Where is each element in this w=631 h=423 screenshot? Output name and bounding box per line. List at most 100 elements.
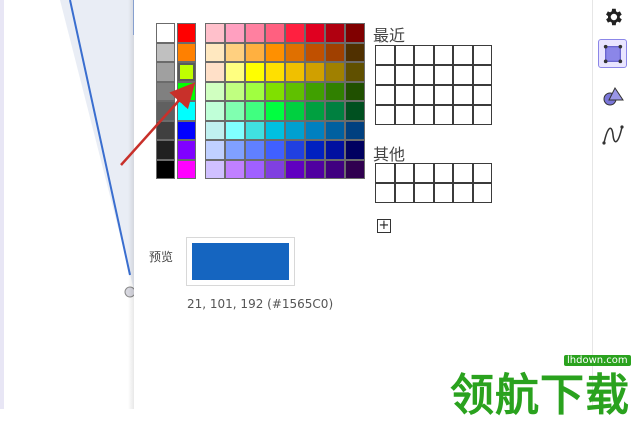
palette-color-swatch[interactable]	[305, 101, 325, 121]
recent-color-slot[interactable]	[433, 105, 453, 125]
recent-color-slot[interactable]	[472, 85, 492, 105]
other-color-slot[interactable]	[394, 183, 414, 203]
palette-color-swatch[interactable]	[205, 42, 225, 62]
recent-color-slot[interactable]	[472, 65, 492, 85]
palette-color-swatch[interactable]	[225, 42, 245, 62]
palette-color-swatch[interactable]	[205, 120, 225, 140]
palette-color-swatch[interactable]	[245, 120, 265, 140]
other-color-slot[interactable]	[414, 163, 434, 183]
recent-color-slot[interactable]	[394, 85, 414, 105]
palette-color-swatch[interactable]	[325, 140, 345, 160]
palette-color-swatch[interactable]	[305, 42, 325, 62]
shapes-tool-button[interactable]	[598, 82, 627, 111]
palette-color-swatch[interactable]	[205, 101, 225, 121]
polygon-tool-button[interactable]	[598, 39, 627, 68]
recent-color-slot[interactable]	[394, 45, 414, 65]
palette-color-swatch[interactable]	[205, 81, 225, 101]
basic-color-swatch[interactable]	[177, 62, 196, 82]
basic-color-swatch[interactable]	[177, 23, 196, 43]
palette-color-swatch[interactable]	[325, 120, 345, 140]
basic-color-swatch[interactable]	[177, 140, 196, 160]
palette-color-swatch[interactable]	[285, 101, 305, 121]
palette-color-swatch[interactable]	[325, 159, 345, 179]
palette-color-swatch[interactable]	[265, 62, 285, 82]
basic-color-swatch[interactable]	[156, 23, 175, 43]
other-color-slot[interactable]	[453, 183, 473, 203]
palette-color-swatch[interactable]	[245, 81, 265, 101]
palette-color-swatch[interactable]	[325, 42, 345, 62]
palette-color-swatch[interactable]	[345, 42, 365, 62]
palette-color-swatch[interactable]	[245, 42, 265, 62]
recent-color-slot[interactable]	[433, 65, 453, 85]
basic-color-swatch[interactable]	[156, 159, 175, 179]
palette-color-swatch[interactable]	[265, 42, 285, 62]
basic-color-swatch[interactable]	[156, 101, 175, 121]
recent-color-slot[interactable]	[433, 45, 453, 65]
recent-color-slot[interactable]	[414, 85, 434, 105]
palette-color-swatch[interactable]	[225, 62, 245, 82]
palette-color-swatch[interactable]	[325, 62, 345, 82]
function-tool-button[interactable]	[598, 120, 627, 149]
settings-button[interactable]	[598, 2, 627, 31]
palette-color-swatch[interactable]	[225, 101, 245, 121]
basic-color-swatch[interactable]	[156, 62, 175, 82]
palette-color-swatch[interactable]	[205, 159, 225, 179]
palette-color-swatch[interactable]	[205, 23, 225, 43]
basic-color-swatch[interactable]	[177, 42, 196, 62]
other-color-slot[interactable]	[433, 163, 453, 183]
palette-color-swatch[interactable]	[245, 159, 265, 179]
palette-color-swatch[interactable]	[285, 81, 305, 101]
recent-color-slot[interactable]	[375, 45, 395, 65]
palette-color-swatch[interactable]	[345, 159, 365, 179]
palette-color-swatch[interactable]	[205, 140, 225, 160]
recent-color-slot[interactable]	[472, 45, 492, 65]
palette-color-swatch[interactable]	[345, 120, 365, 140]
palette-color-swatch[interactable]	[305, 140, 325, 160]
palette-color-swatch[interactable]	[265, 140, 285, 160]
other-color-slot[interactable]	[433, 183, 453, 203]
basic-color-swatch[interactable]	[177, 120, 196, 140]
palette-color-swatch[interactable]	[225, 81, 245, 101]
palette-color-swatch[interactable]	[285, 23, 305, 43]
other-color-slot[interactable]	[472, 163, 492, 183]
other-color-slot[interactable]	[414, 183, 434, 203]
palette-color-swatch[interactable]	[285, 120, 305, 140]
basic-color-swatch[interactable]	[156, 81, 175, 101]
palette-color-swatch[interactable]	[205, 62, 225, 82]
palette-color-swatch[interactable]	[345, 23, 365, 43]
recent-color-slot[interactable]	[375, 65, 395, 85]
palette-color-swatch[interactable]	[345, 101, 365, 121]
palette-color-swatch[interactable]	[265, 81, 285, 101]
palette-color-swatch[interactable]	[245, 140, 265, 160]
recent-color-slot[interactable]	[394, 65, 414, 85]
palette-color-swatch[interactable]	[285, 42, 305, 62]
recent-color-slot[interactable]	[453, 65, 473, 85]
add-custom-color-button[interactable]: +	[377, 219, 391, 233]
palette-color-swatch[interactable]	[285, 159, 305, 179]
palette-color-swatch[interactable]	[345, 140, 365, 160]
palette-color-swatch[interactable]	[305, 62, 325, 82]
basic-color-swatch[interactable]	[156, 140, 175, 160]
recent-color-slot[interactable]	[414, 45, 434, 65]
basic-color-swatch[interactable]	[156, 120, 175, 140]
palette-color-swatch[interactable]	[245, 62, 265, 82]
basic-color-swatch[interactable]	[156, 42, 175, 62]
recent-color-slot[interactable]	[453, 85, 473, 105]
other-color-slot[interactable]	[453, 163, 473, 183]
recent-color-slot[interactable]	[414, 65, 434, 85]
recent-color-slot[interactable]	[394, 105, 414, 125]
palette-color-swatch[interactable]	[325, 101, 345, 121]
palette-color-swatch[interactable]	[285, 62, 305, 82]
recent-color-slot[interactable]	[414, 105, 434, 125]
palette-color-swatch[interactable]	[325, 81, 345, 101]
palette-color-swatch[interactable]	[345, 81, 365, 101]
palette-color-swatch[interactable]	[265, 120, 285, 140]
palette-color-swatch[interactable]	[305, 120, 325, 140]
other-color-slot[interactable]	[375, 163, 395, 183]
basic-color-swatch[interactable]	[177, 101, 196, 121]
palette-color-swatch[interactable]	[345, 62, 365, 82]
palette-color-swatch[interactable]	[285, 140, 305, 160]
recent-color-slot[interactable]	[453, 45, 473, 65]
other-color-slot[interactable]	[472, 183, 492, 203]
recent-color-slot[interactable]	[453, 105, 473, 125]
